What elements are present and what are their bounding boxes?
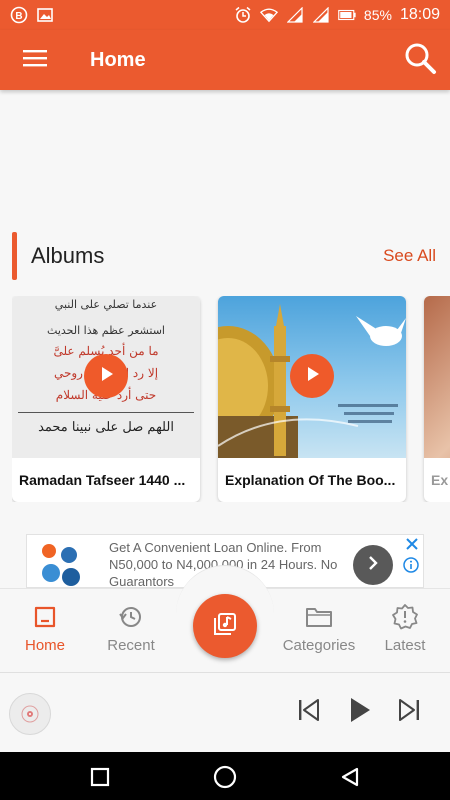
album-title: Ex	[424, 458, 450, 502]
nav-item-latest[interactable]: Latest	[360, 603, 450, 654]
play-button[interactable]	[84, 354, 128, 398]
album-cover-image: عندما تصلي على النبي استشعر عظم هذا الحد…	[12, 296, 200, 458]
album-title-text: Ex	[431, 472, 449, 488]
battery-percent: 85%	[363, 7, 392, 23]
album-card[interactable]: Ex	[424, 296, 450, 502]
play-icon	[97, 365, 115, 388]
battery-icon	[338, 6, 356, 24]
clock: 18:09	[399, 6, 440, 23]
ad-logo	[39, 543, 85, 587]
close-icon[interactable]	[405, 537, 419, 551]
play-icon	[303, 365, 321, 388]
mini-player	[0, 672, 450, 752]
back-triangle-icon[interactable]	[335, 762, 365, 792]
signal-icon	[286, 6, 304, 24]
chevron-right-icon	[365, 555, 381, 576]
nav-label-categories: Categories	[282, 637, 356, 654]
album-title-text: Explanation Of The Boo...	[225, 472, 396, 488]
svg-text:B: B	[15, 11, 22, 22]
album-cover-image	[424, 296, 450, 458]
image-icon	[36, 6, 54, 24]
alarm-icon	[234, 6, 252, 24]
see-all-link[interactable]: See All	[383, 246, 436, 266]
hamburger-menu-icon	[22, 48, 48, 73]
skip-next-icon	[396, 697, 422, 728]
albums-header: Albums See All	[12, 232, 438, 280]
home-icon	[0, 603, 90, 631]
music-library-button[interactable]	[193, 594, 257, 658]
album-card[interactable]: Explanation Of The Boo...	[218, 296, 406, 502]
album-title: Ramadan Tafseer 1440 ...	[12, 458, 200, 502]
recents-square-icon[interactable]	[85, 762, 115, 792]
menu-button[interactable]	[0, 30, 70, 90]
status-bar: B 85% 18:09	[0, 0, 450, 30]
history-icon	[86, 603, 176, 631]
nav-label-recent: Recent	[107, 637, 155, 654]
app-bar: Home	[0, 30, 450, 90]
albums-carousel[interactable]: عندما تصلي على النبي استشعر عظم هذا الحد…	[12, 296, 450, 502]
nav-label-home: Home	[24, 637, 65, 654]
play-button[interactable]	[290, 354, 334, 398]
disc-icon[interactable]	[9, 693, 51, 735]
cover-text-6: اللهم صل على نبينا محمد	[38, 420, 174, 435]
home-circle-icon[interactable]	[210, 762, 240, 792]
cover-text-2: استشعر عظم هذا الحديث	[47, 324, 165, 337]
nav-item-home[interactable]: Home	[0, 603, 90, 654]
wifi-icon	[259, 6, 278, 24]
section-accent-bar	[12, 232, 17, 280]
skip-next-button[interactable]	[392, 695, 426, 729]
album-cover-image	[218, 296, 406, 458]
play-pause-button[interactable]	[342, 695, 376, 729]
album-title: Explanation Of The Boo...	[218, 458, 406, 502]
search-icon	[403, 41, 437, 80]
latest-badge-icon	[360, 603, 450, 631]
play-icon	[346, 696, 372, 729]
signal-icon-2	[312, 6, 330, 24]
albums-title: Albums	[31, 243, 105, 268]
search-button[interactable]	[390, 30, 450, 90]
cover-text-1: عندما تصلي على النبي	[54, 298, 158, 311]
music-library-icon	[212, 611, 238, 642]
ad-open-button[interactable]	[353, 545, 393, 585]
album-title-text: Ramadan Tafseer 1440 ...	[19, 472, 186, 488]
system-navigation-bar	[0, 752, 450, 800]
info-icon[interactable]	[403, 557, 419, 573]
folder-icon	[274, 603, 364, 631]
nav-item-recent[interactable]: Recent	[86, 603, 176, 654]
album-card[interactable]: عندما تصلي على النبي استشعر عظم هذا الحد…	[12, 296, 200, 502]
cover-divider	[18, 412, 194, 413]
nav-label-latest: Latest	[384, 637, 426, 654]
skip-previous-button[interactable]	[292, 695, 326, 729]
nav-item-categories[interactable]: Categories	[274, 603, 364, 654]
bottom-navigation: Home Recent Categories Latest	[0, 565, 450, 670]
b-notification-icon: B	[10, 6, 28, 24]
page-title: Home	[90, 48, 146, 71]
skip-previous-icon	[296, 697, 322, 728]
